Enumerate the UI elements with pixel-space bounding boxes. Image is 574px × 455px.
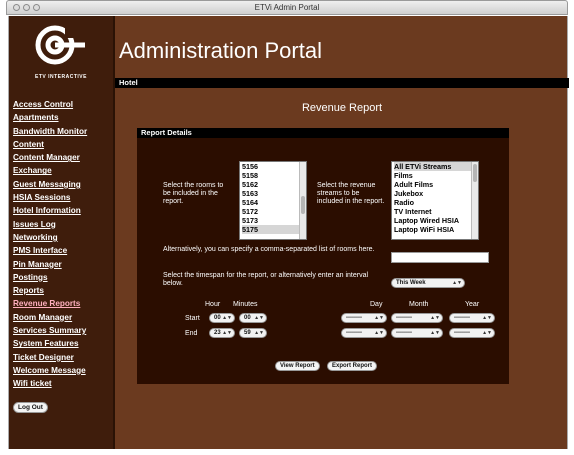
chevron-updown-icon: ▲▼ bbox=[482, 315, 492, 321]
app-window: ETVi Admin Portal ETV INTERACTIVE Access… bbox=[0, 0, 574, 455]
end-hour-select[interactable]: 23 ▲▼ bbox=[209, 328, 235, 338]
chevron-updown-icon: ▲▼ bbox=[430, 330, 440, 336]
streams-scrollbar[interactable] bbox=[471, 162, 478, 239]
start-year-value: -------- bbox=[454, 315, 470, 321]
stream-option[interactable]: Laptop Wired HSIA bbox=[394, 216, 478, 225]
end-minutes-select[interactable]: 59 ▲▼ bbox=[239, 328, 267, 338]
report-heading: Revenue Report bbox=[301, 102, 383, 114]
year-header: Year bbox=[465, 301, 480, 308]
stream-option[interactable]: TV Internet bbox=[394, 207, 478, 216]
room-option[interactable]: 5156 bbox=[242, 162, 306, 171]
stream-option[interactable]: All ETVi Streams bbox=[394, 162, 478, 171]
end-year-select[interactable]: -------- ▲▼ bbox=[449, 328, 495, 338]
start-minutes-select[interactable]: 00 ▲▼ bbox=[239, 313, 267, 323]
timespan-value: This Week bbox=[396, 280, 426, 286]
chevron-updown-icon: ▲▼ bbox=[374, 330, 384, 336]
chevron-updown-icon: ▲▼ bbox=[452, 280, 462, 286]
stream-option[interactable]: Radio bbox=[394, 198, 478, 207]
rooms-listbox[interactable]: 5156 5158 5162 5163 5164 5172 5173 5175 bbox=[239, 161, 307, 240]
timespan-select[interactable]: This Week ▲▼ bbox=[391, 278, 465, 288]
streams-label: Select the revenue streams to be include… bbox=[317, 182, 385, 205]
tab-hotel[interactable]: Hotel bbox=[119, 78, 138, 88]
etv-logo-icon bbox=[35, 25, 85, 65]
close-window-icon[interactable] bbox=[13, 4, 20, 11]
zoom-window-icon[interactable] bbox=[33, 4, 40, 11]
streams-listbox[interactable]: All ETVi Streams Films Adult Films Jukeb… bbox=[391, 161, 479, 240]
rooms-label: Select the rooms to be included in the r… bbox=[163, 182, 224, 205]
window-controls bbox=[13, 4, 40, 11]
start-minutes-value: 00 bbox=[244, 315, 251, 321]
minimize-window-icon[interactable] bbox=[23, 4, 30, 11]
end-month-select[interactable]: -------- ▲▼ bbox=[391, 328, 443, 338]
chevron-updown-icon: ▲▼ bbox=[222, 315, 232, 321]
day-header: Day bbox=[370, 301, 383, 308]
panel-header: Report Details bbox=[137, 128, 509, 138]
end-year-value: -------- bbox=[454, 330, 470, 336]
start-hour-select[interactable]: 00 ▲▼ bbox=[209, 313, 235, 323]
chevron-updown-icon: ▲▼ bbox=[374, 315, 384, 321]
room-option[interactable]: 5158 bbox=[242, 171, 306, 180]
start-month-select[interactable]: -------- ▲▼ bbox=[391, 313, 443, 323]
hour-header: Hour bbox=[205, 301, 221, 308]
end-minutes-value: 59 bbox=[244, 330, 251, 336]
window-titlebar: ETVi Admin Portal bbox=[6, 0, 568, 15]
room-option[interactable]: 5162 bbox=[242, 180, 306, 189]
panel-title: Report Details bbox=[141, 128, 192, 137]
start-label: Start bbox=[185, 315, 200, 322]
export-report-button[interactable]: Export Report bbox=[327, 361, 378, 371]
timespan-label: Select the timespan for the report, or a… bbox=[163, 272, 369, 287]
report-details-panel: Report Details Select the rooms to be in… bbox=[137, 128, 509, 384]
room-option[interactable]: 5172 bbox=[242, 207, 306, 216]
end-hour-value: 23 bbox=[214, 330, 221, 336]
view-report-button[interactable]: View Report bbox=[275, 361, 320, 371]
end-day-value: -------- bbox=[346, 330, 362, 336]
start-year-select[interactable]: -------- ▲▼ bbox=[449, 313, 495, 323]
logout-button[interactable]: Log Out bbox=[13, 402, 48, 413]
stream-option[interactable]: Adult Films bbox=[394, 180, 478, 189]
sidebar-nav: Access Control Apartments Bandwidth Moni… bbox=[13, 94, 111, 388]
rooms-scrollbar[interactable] bbox=[299, 162, 306, 239]
stream-option[interactable]: Films bbox=[394, 171, 478, 180]
room-option[interactable]: 5163 bbox=[242, 189, 306, 198]
alt-rooms-input[interactable] bbox=[391, 252, 489, 263]
section-bar: Hotel bbox=[115, 78, 569, 88]
room-option[interactable]: 5173 bbox=[242, 216, 306, 225]
logo-text: ETV INTERACTIVE bbox=[35, 74, 87, 80]
start-hour-value: 00 bbox=[214, 315, 221, 321]
start-day-value: -------- bbox=[346, 315, 362, 321]
stream-option[interactable]: Laptop WiFi HSIA bbox=[394, 225, 478, 234]
etv-logo: ETV INTERACTIVE bbox=[9, 16, 113, 90]
room-option[interactable]: 5164 bbox=[242, 198, 306, 207]
alt-rooms-label: Alternatively, you can specify a comma-s… bbox=[163, 246, 375, 253]
end-month-value: -------- bbox=[396, 330, 412, 336]
streams-scroll-thumb[interactable] bbox=[473, 164, 477, 182]
chevron-updown-icon: ▲▼ bbox=[430, 315, 440, 321]
chevron-updown-icon: ▲▼ bbox=[222, 330, 232, 336]
admin-portal: ETV INTERACTIVE Access Control Apartment… bbox=[8, 16, 569, 449]
chevron-updown-icon: ▲▼ bbox=[254, 330, 264, 336]
end-label: End bbox=[185, 330, 198, 337]
start-month-value: -------- bbox=[396, 315, 412, 321]
room-option[interactable]: 5175 bbox=[242, 225, 306, 234]
end-day-select[interactable]: -------- ▲▼ bbox=[341, 328, 387, 338]
window-title: ETVi Admin Portal bbox=[254, 3, 320, 12]
page-title: Administration Portal bbox=[119, 38, 322, 63]
stream-option[interactable]: Jukebox bbox=[394, 189, 478, 198]
chevron-updown-icon: ▲▼ bbox=[482, 330, 492, 336]
sidebar: ETV INTERACTIVE Access Control Apartment… bbox=[9, 16, 113, 449]
rooms-scroll-thumb[interactable] bbox=[301, 196, 305, 214]
start-day-select[interactable]: -------- ▲▼ bbox=[341, 313, 387, 323]
month-header: Month bbox=[409, 301, 429, 308]
chevron-updown-icon: ▲▼ bbox=[254, 315, 264, 321]
minutes-header: Minutes bbox=[233, 301, 258, 308]
sidebar-item-wifi-ticket[interactable]: Wifi ticket bbox=[13, 379, 52, 388]
